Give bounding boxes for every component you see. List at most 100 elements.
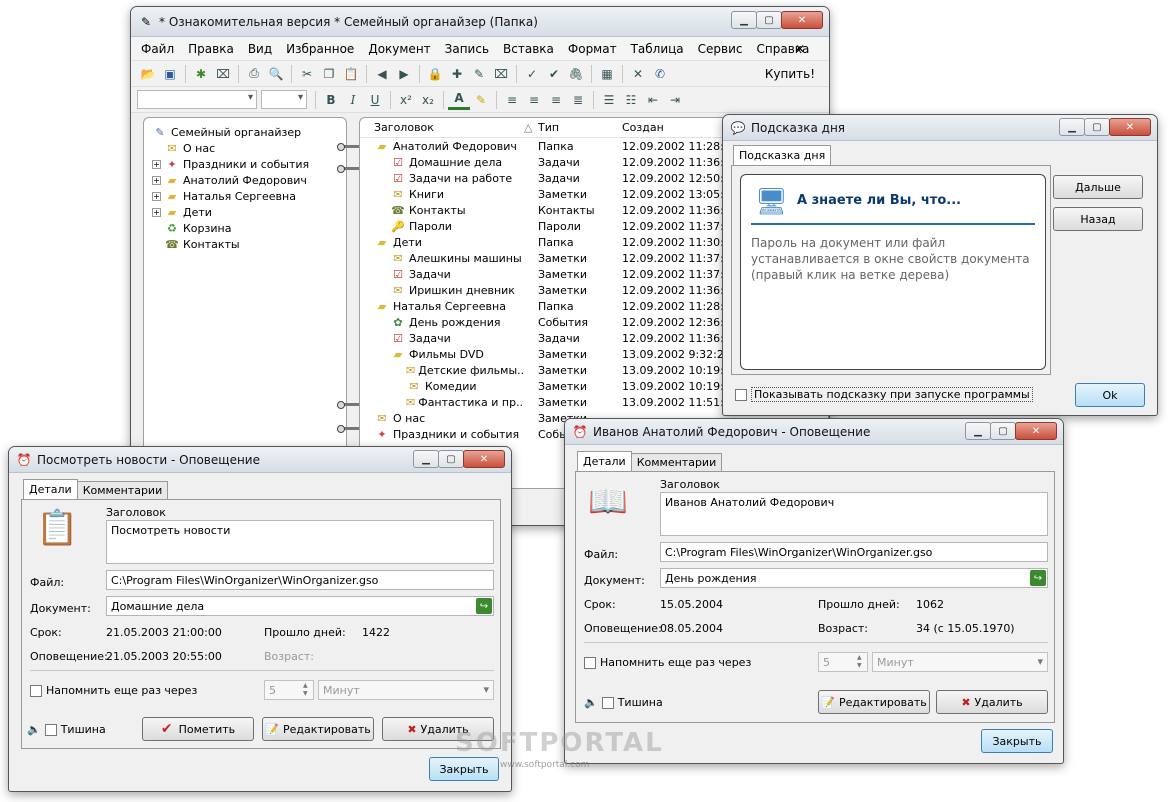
size-combo[interactable] [261, 90, 307, 109]
bullets-icon[interactable]: ☰ [598, 90, 620, 110]
ivanov-remind-unit-select[interactable]: Минут [872, 652, 1048, 672]
copy-icon[interactable]: ❐ [318, 64, 340, 84]
menu-item-0[interactable]: Файл [141, 42, 174, 56]
menu-item-3[interactable]: Избранное [286, 42, 354, 56]
open-icon[interactable]: 📂 [137, 64, 159, 84]
indent-icon[interactable]: ⇥ [664, 90, 686, 110]
silence-checkbox[interactable] [44, 723, 57, 736]
ivanov-document-field[interactable]: День рождения [660, 568, 1048, 588]
ivanov-maximize-button[interactable]: ▢ [990, 422, 1016, 440]
subscript-icon[interactable]: x₂ [417, 90, 439, 110]
tree-item[interactable]: ✉ О нас [152, 140, 346, 156]
menu-item-2[interactable]: Вид [248, 42, 272, 56]
cut-icon[interactable]: ✂ [296, 64, 318, 84]
tip-maximize-button[interactable]: ▢ [1084, 118, 1110, 136]
tree-item[interactable]: ☎ Контакты [152, 236, 346, 252]
next-tip-button[interactable]: Дальше [1053, 175, 1143, 199]
tab-comments[interactable]: Комментарии [76, 481, 169, 499]
main-titlebar[interactable]: ✎ * Ознакомительная версия * Семейный ор… [131, 7, 829, 37]
outdent-icon[interactable]: ⇤ [642, 90, 664, 110]
remove-icon[interactable]: ⌧ [490, 64, 512, 84]
news-minimize-button[interactable]: ▁ [413, 450, 439, 468]
tree-item[interactable]: + ▰ Дети [152, 204, 346, 220]
underline-icon[interactable]: U [364, 90, 386, 110]
ivanov-tab-comments[interactable]: Комментарии [630, 453, 723, 471]
preview-icon[interactable]: 🔍 [265, 64, 287, 84]
back-icon[interactable]: ◀ [371, 64, 393, 84]
add-icon[interactable]: ✚ [446, 64, 468, 84]
menu-item-4[interactable]: Документ [368, 42, 430, 56]
tab-tip[interactable]: Подсказка дня [733, 145, 832, 165]
expand-toggle-icon[interactable]: + [152, 175, 161, 185]
ivanov-titlebar[interactable]: ⏰ Иванов Анатолий Федорович - Оповещение… [565, 419, 1063, 445]
check-icon[interactable]: ✓ [521, 64, 543, 84]
expand-toggle-icon[interactable]: + [152, 191, 161, 201]
new-record-icon[interactable]: ✱ [190, 64, 212, 84]
tree-item[interactable]: + ▰ Анатолий Федорович [152, 172, 346, 188]
ivanov-silence-checkbox[interactable] [601, 696, 614, 709]
ivanov-file-field[interactable]: C:\Program Files\WinOrganizer\WinOrganiz… [660, 542, 1048, 562]
menu-item-8[interactable]: Таблица [631, 42, 684, 56]
file-field[interactable]: C:\Program Files\WinOrganizer\WinOrganiz… [106, 570, 494, 590]
ivanov-edit-button[interactable]: 📝 Редактировать [818, 690, 930, 714]
ivanov-remind-again-label[interactable]: Напомнить еще раз через [600, 656, 751, 669]
tree-item[interactable]: ♻ Корзина [152, 220, 346, 236]
ivanov-delete-button[interactable]: ✖ Удалить [936, 690, 1048, 714]
show-tips-checkbox[interactable] [735, 388, 747, 401]
table-icon[interactable]: ▦ [596, 64, 618, 84]
remind-unit-select[interactable]: Минут [318, 680, 494, 700]
ivanov-close-button[interactable]: ✕ [1015, 422, 1057, 440]
ivanov-remind-interval-stepper[interactable]: 5 [818, 652, 868, 672]
align-right-icon[interactable]: ≡ [545, 90, 567, 110]
align-center-icon[interactable]: ≡ [523, 90, 545, 110]
tree-item[interactable]: + ▰ Наталья Сергеевна [152, 188, 346, 204]
menu-item-7[interactable]: Формат [568, 42, 617, 56]
silence-label[interactable]: Тишина [61, 723, 106, 736]
column-header-type[interactable]: Тип [538, 121, 622, 134]
remind-again-label[interactable]: Напомнить еще раз через [46, 684, 197, 697]
news-maximize-button[interactable]: ▢ [438, 450, 464, 468]
link-icon[interactable]: ✆ [649, 64, 671, 84]
header-textarea[interactable]: Посмотреть новости [106, 520, 494, 564]
prev-tip-button[interactable]: Назад [1053, 207, 1143, 231]
mark-button[interactable]: ✔ Пометить [142, 717, 254, 741]
column-header-title[interactable]: Заголовок [374, 121, 524, 134]
remind-again-checkbox[interactable] [30, 684, 42, 697]
delete-record-icon[interactable]: ⌧ [212, 64, 234, 84]
superscript-icon[interactable]: x² [395, 90, 417, 110]
edit-button[interactable]: 📝 Редактировать [262, 717, 374, 741]
ivanov-tab-details[interactable]: Детали [577, 451, 632, 471]
check-all-icon[interactable]: ✔ [543, 64, 565, 84]
menu-item-6[interactable]: Вставка [503, 42, 554, 56]
menu-close-icon[interactable]: ✕ [795, 42, 805, 56]
minimize-button[interactable]: ▁ [731, 11, 757, 29]
ivanov-remind-again-checkbox[interactable] [584, 656, 596, 669]
ivanov-goto-document-icon[interactable]: ↪ [1030, 570, 1046, 586]
news-close-dialog-button[interactable]: Закрыть [429, 757, 499, 781]
print-icon[interactable]: ⎙ [243, 64, 265, 84]
tip-ok-button[interactable]: Ok [1075, 383, 1145, 407]
tab-details[interactable]: Детали [23, 479, 78, 499]
ivanov-close-dialog-button[interactable]: Закрыть [981, 729, 1053, 753]
menu-item-9[interactable]: Сервис [698, 42, 743, 56]
tip-close-button[interactable]: ✕ [1109, 118, 1151, 136]
edit-icon[interactable]: ✎ [468, 64, 490, 84]
ivanov-silence-label[interactable]: Тишина [618, 696, 663, 709]
tip-minimize-button[interactable]: ▁ [1059, 118, 1085, 136]
paste-icon[interactable]: 📋 [340, 64, 362, 84]
save-icon[interactable]: ▣ [159, 64, 181, 84]
news-titlebar[interactable]: ⏰ Посмотреть новости - Оповещение ▁ ▢ ✕ [9, 447, 511, 473]
close-button[interactable]: ✕ [781, 11, 823, 29]
document-field[interactable]: Домашние дела [106, 596, 494, 616]
forward-icon[interactable]: ▶ [393, 64, 415, 84]
show-tips-label[interactable]: Показывать подсказку при запуске програм… [751, 387, 1033, 402]
sort-asc-icon[interactable]: △ [524, 121, 538, 134]
ivanov-minimize-button[interactable]: ▁ [965, 422, 991, 440]
buy-link[interactable]: Купить! [765, 67, 815, 81]
menu-item-5[interactable]: Запись [445, 42, 489, 56]
justify-icon[interactable]: ≣ [567, 90, 589, 110]
tools-icon[interactable]: ✕ [627, 64, 649, 84]
maximize-button[interactable]: ▢ [756, 11, 782, 29]
font-color-icon[interactable]: A [448, 90, 470, 110]
menu-item-1[interactable]: Правка [188, 42, 234, 56]
